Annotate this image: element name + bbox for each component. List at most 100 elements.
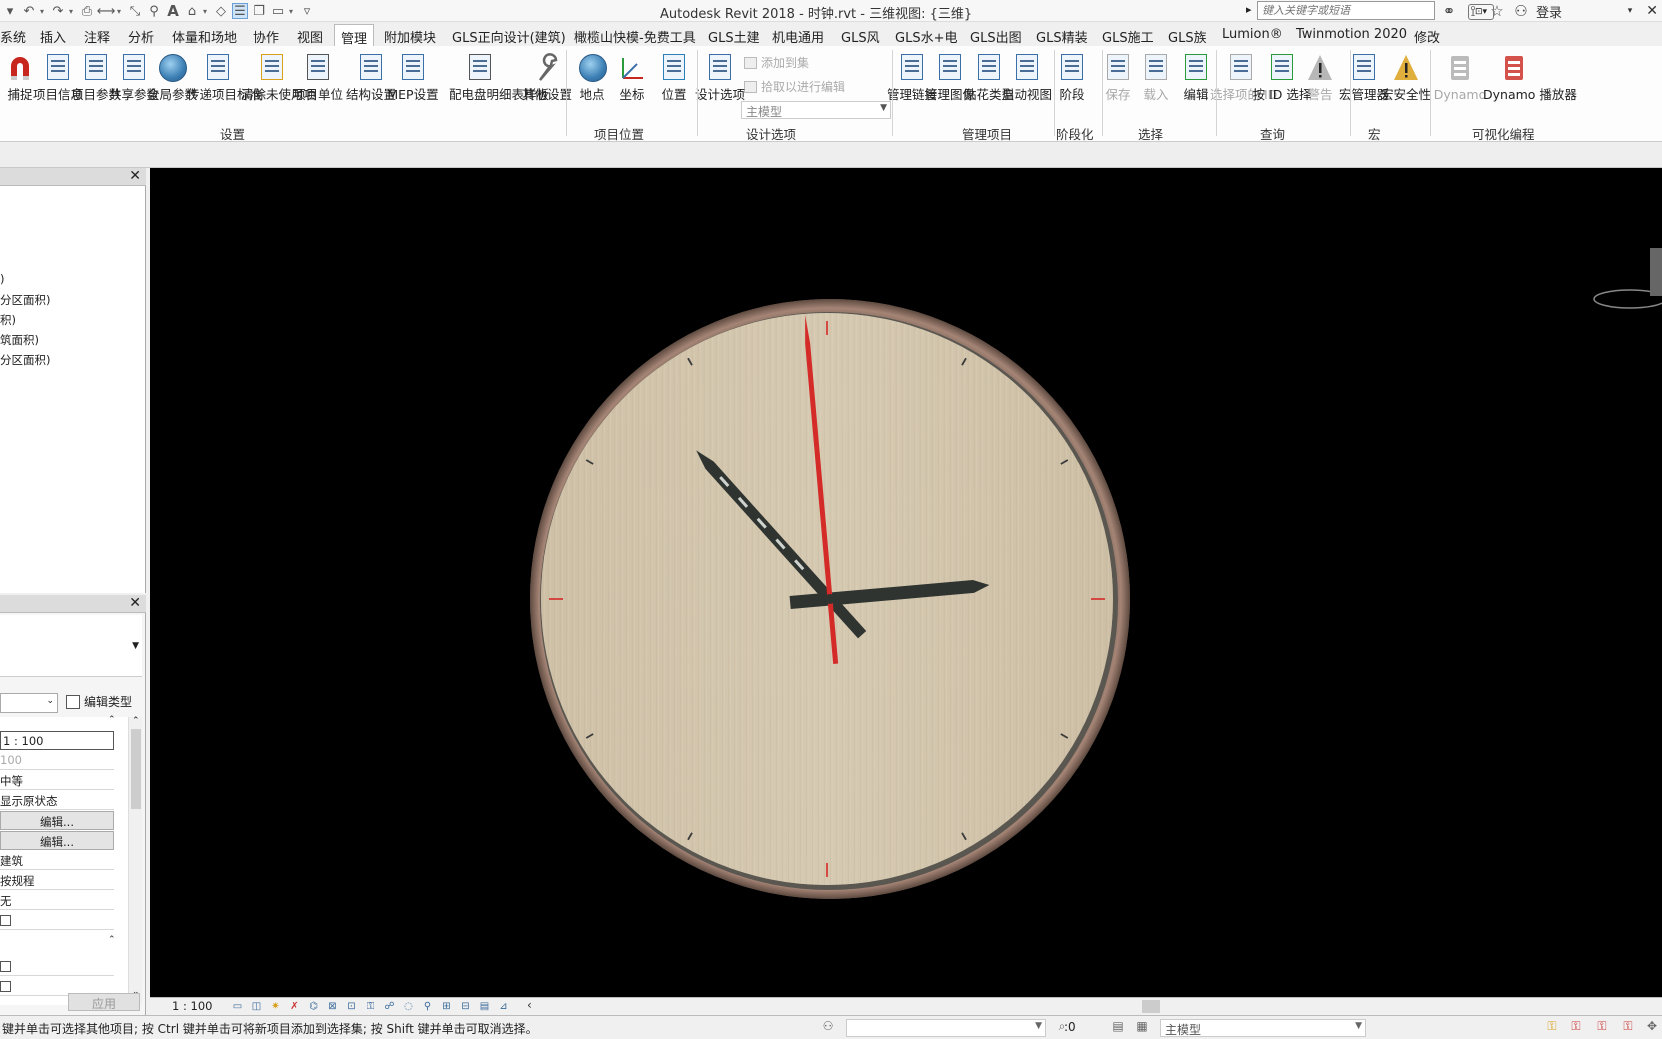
mep-settings-button[interactable]: MEP设置 (387, 52, 439, 103)
print-icon[interactable]: ⎙ (79, 3, 95, 19)
drag-on-selection-icon[interactable]: ✥ (1644, 1019, 1660, 1035)
customize-icon[interactable]: ▿ (299, 3, 315, 19)
dynamo-player-button[interactable]: Dynamo 播放器 (1483, 52, 1577, 103)
temp-hide-icon[interactable]: ☍ (382, 1000, 397, 1013)
active-design-option-status-select[interactable]: 主模型 ▼ (1160, 1019, 1366, 1037)
sun-path-icon[interactable]: ✷ (268, 1000, 283, 1013)
switch-windows-dropdown-icon[interactable]: ▾ (289, 7, 296, 16)
edit-property-button[interactable]: 编辑... (0, 811, 114, 830)
lock-3d-icon[interactable]: ⚿ (363, 1000, 378, 1013)
collapse-group-icon[interactable]: ⌃ (108, 715, 116, 725)
horizontal-scroll-thumb[interactable] (1142, 1000, 1160, 1013)
property-checkbox[interactable] (0, 915, 11, 926)
transfer-standards-button[interactable]: 传递项目标准 (187, 52, 262, 103)
purge-button[interactable]: 清除未使用项 (241, 52, 316, 103)
worksharing-display-icon[interactable]: ⊿ (496, 1000, 511, 1013)
design-options-status-icon[interactable]: ▦ (1134, 1019, 1150, 1035)
show-crop-icon[interactable]: ⊡ (344, 1000, 359, 1013)
tab-6[interactable]: 视图 (297, 24, 323, 46)
add-to-set-button[interactable]: 添加到集 (744, 54, 809, 71)
crop-view-icon[interactable]: ⊠ (325, 1000, 340, 1013)
select-pinned-icon[interactable]: ⚿ (1594, 1019, 1610, 1035)
active-design-option-select[interactable]: 主模型 ▼ (741, 101, 891, 119)
tab-8[interactable]: 附加模块 (384, 24, 436, 46)
tab-3[interactable]: 分析 (128, 24, 154, 46)
search-input[interactable] (1257, 1, 1435, 20)
section-icon[interactable]: ◇ (213, 3, 229, 19)
property-value[interactable] (0, 911, 114, 930)
help-dropdown-icon[interactable]: ▾ (1628, 6, 1633, 16)
undo-dropdown-icon[interactable]: ▾ (40, 7, 47, 16)
type-selector[interactable]: ▼ (0, 615, 142, 677)
tab-20[interactable]: Twinmotion 2020 (1296, 24, 1407, 46)
phases-button[interactable]: 阶段 (1053, 52, 1091, 103)
measure-icon[interactable]: ⟷ (97, 3, 116, 19)
close-windows-icon[interactable]: ❐ (251, 3, 267, 19)
tab-5[interactable]: 协作 (253, 24, 279, 46)
design-options-button[interactable]: 设计选项 (695, 52, 745, 103)
property-checkbox[interactable] (0, 981, 11, 992)
tab-0[interactable]: 系统 (0, 24, 26, 46)
search-expand-icon[interactable]: ▸ (1246, 3, 1252, 16)
reveal-hidden-icon[interactable]: ◌ (401, 1000, 416, 1013)
browser-tree-item[interactable]: 筑面积) (0, 332, 39, 348)
tag-icon[interactable]: ⚲ (146, 3, 162, 19)
tab-12[interactable]: 机电通用 (772, 24, 824, 46)
properties-scrollbar[interactable]: ⌃ ⌄ (128, 716, 142, 1005)
analytical-model-icon[interactable]: ⚲ (420, 1000, 435, 1013)
tab-14[interactable]: GLS水+电 (895, 24, 957, 46)
property-value[interactable] (0, 957, 114, 976)
open-icon[interactable]: ▾ (2, 3, 18, 19)
macro-security-button[interactable]: 宏安全性 (1381, 52, 1431, 103)
tab-4[interactable]: 体量和场地 (172, 24, 237, 46)
property-value[interactable]: 无 (0, 891, 114, 910)
property-value[interactable]: 1 : 100 (0, 731, 114, 750)
reveal-constraints-icon[interactable]: ⊟ (458, 1000, 473, 1013)
panel-schedule-button[interactable]: 配电盘明细表样板 (449, 52, 549, 103)
view-scale[interactable]: 1 : 100 (172, 999, 212, 1013)
text-icon[interactable]: A (165, 2, 181, 20)
exchange-icon[interactable]: ✕ (1646, 3, 1658, 19)
property-value[interactable]: 中等 (0, 771, 114, 790)
clock-model[interactable] (150, 168, 1662, 997)
switch-windows-icon[interactable]: ▭ (270, 3, 286, 19)
tab-13[interactable]: GLS风 (841, 24, 880, 46)
property-value[interactable]: 按规程 (0, 871, 114, 890)
browser-tree-item[interactable]: ) (0, 272, 5, 286)
dimension-icon[interactable]: ⤡ (127, 3, 143, 19)
apply-button[interactable]: 应用 (68, 993, 140, 1011)
tab-16[interactable]: GLS精装 (1036, 24, 1088, 46)
collapse-group-icon[interactable]: ⌃ (108, 935, 116, 945)
undo-icon[interactable]: ↶ (21, 3, 37, 19)
tab-17[interactable]: GLS施工 (1102, 24, 1154, 46)
global-params-button[interactable]: 全局参数 (147, 52, 197, 103)
thin-lines-icon[interactable]: ☰ (232, 3, 248, 19)
select-underlay-icon[interactable]: ⚿ (1568, 1019, 1584, 1035)
user-icon[interactable]: ⚇ (1512, 2, 1530, 20)
tab-2[interactable]: 注释 (84, 24, 110, 46)
dynamo-button[interactable]: Dynamo (1434, 52, 1486, 103)
3d-viewport[interactable] (150, 168, 1662, 997)
shadows-icon[interactable]: ✗ (287, 1000, 302, 1013)
temp-view-props-icon[interactable]: ▤ (477, 1000, 492, 1013)
edit-type-button[interactable]: 编辑类型 (66, 693, 132, 710)
measure-dropdown-icon[interactable]: ▾ (117, 7, 124, 16)
position-button[interactable]: 位置 (655, 52, 693, 103)
tab-18[interactable]: GLS族 (1168, 24, 1207, 46)
visual-style-icon[interactable]: ◫ (249, 1000, 264, 1013)
project-units-button[interactable]: 项目单位 (293, 52, 343, 103)
login-link[interactable]: 登录 (1536, 2, 1562, 21)
tab-15[interactable]: GLS出图 (970, 24, 1022, 46)
tab-1[interactable]: 插入 (40, 24, 66, 46)
ribbon-options-button[interactable]: ⊡▾ (1468, 4, 1494, 20)
edit-property-button[interactable]: 编辑... (0, 831, 114, 850)
property-value[interactable]: 100 (0, 751, 114, 770)
tab-7[interactable]: 管理 (334, 24, 375, 47)
tab-9[interactable]: GLS正向设计(建筑) (452, 24, 566, 46)
redo-dropdown-icon[interactable]: ▾ (69, 7, 76, 16)
browser-tree-item[interactable]: 积) (0, 312, 16, 328)
active-workset-select[interactable]: ▼ (846, 1019, 1046, 1037)
close-icon[interactable]: ✕ (129, 168, 141, 184)
pick-to-edit-button[interactable]: 拾取以进行编辑 (744, 78, 845, 95)
scrollbar-thumb[interactable] (131, 729, 141, 809)
